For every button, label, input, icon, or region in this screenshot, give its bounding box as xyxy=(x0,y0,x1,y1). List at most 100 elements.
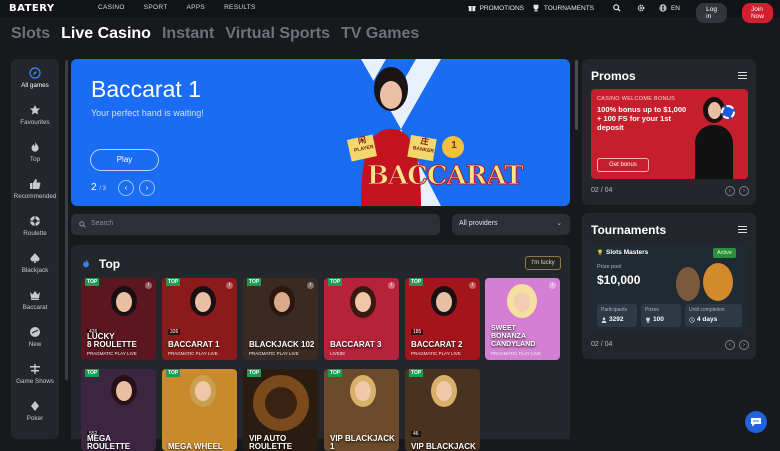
main-scrollbar[interactable] xyxy=(575,60,578,130)
tournament-card[interactable]: Slots Masters Active Prize pool $10,000 … xyxy=(591,243,748,333)
gift-icon xyxy=(467,6,476,12)
game-card[interactable]: i SWEET BONANZA CANDYLAND PRAGMATIC PLAY… xyxy=(485,278,560,360)
tab-virtual-sports[interactable]: Virtual Sports xyxy=(225,25,330,43)
promos-next-button[interactable]: › xyxy=(739,186,749,196)
game-card[interactable]: TOP i 326 BACCARAT 1 PRAGMATIC PLAY LIVE xyxy=(162,278,237,360)
tournament-name: Slots Masters xyxy=(606,249,649,256)
im-lucky-button[interactable]: I'm lucky xyxy=(525,256,561,270)
menu-icon[interactable] xyxy=(738,72,747,79)
menu-icon[interactable] xyxy=(738,226,747,233)
crown-icon xyxy=(30,291,40,300)
sidebar-item-baccarat[interactable]: Baccarat xyxy=(11,289,59,311)
info-icon[interactable]: i xyxy=(307,282,314,289)
tab-tv-games[interactable]: TV Games xyxy=(341,25,419,43)
promotions-link[interactable]: PROMOTIONS xyxy=(467,4,524,12)
sidebar-item-game-shows[interactable]: Game Shows xyxy=(11,363,59,385)
sidebar-item-new[interactable]: New xyxy=(11,326,59,348)
play-button[interactable]: Play xyxy=(90,149,159,171)
nav-apps[interactable]: APPS xyxy=(187,4,206,11)
users-icon xyxy=(601,317,607,323)
game-shows-icon xyxy=(30,364,40,374)
top-nav: CASINO SPORT APPS RESULTS xyxy=(98,4,256,11)
game-provider: PRAGMATIC PLAY LIVE xyxy=(249,351,299,356)
game-search[interactable]: Search xyxy=(71,214,440,235)
star-icon xyxy=(30,105,40,115)
game-provider: PRAGMATIC PLAY LIVE xyxy=(87,351,137,356)
nav-sport[interactable]: SPORT xyxy=(144,4,168,11)
info-icon[interactable]: i xyxy=(226,282,233,289)
spade-icon xyxy=(30,253,40,263)
sidebar-item-recommended[interactable]: Recommended xyxy=(11,178,59,200)
sidebar: All games Favourites Top Recommended Rou… xyxy=(11,59,59,439)
chevron-down-icon: ⌄ xyxy=(556,220,562,227)
game-title: MEGA WHEEL xyxy=(168,442,223,451)
promo-kicker: CASINO WELCOME BONUS xyxy=(597,96,676,102)
language-selector[interactable]: EN xyxy=(659,4,680,12)
info-icon[interactable]: i xyxy=(469,282,476,289)
game-title: BACCARAT 1 xyxy=(168,340,220,349)
search-input[interactable]: Search xyxy=(91,220,113,227)
tab-slots[interactable]: Slots xyxy=(11,25,50,43)
game-title: BACCARAT 2 xyxy=(411,340,463,349)
sidebar-scrollbar[interactable] xyxy=(65,60,68,380)
join-button[interactable]: Join Now xyxy=(742,3,773,23)
info-icon[interactable]: i xyxy=(388,282,395,289)
search-icon[interactable] xyxy=(613,4,621,12)
promos-prev-button[interactable]: ‹ xyxy=(725,186,735,196)
gear-icon[interactable] xyxy=(637,4,645,12)
sidebar-item-poker[interactable]: Poker xyxy=(11,400,59,422)
sidebar-item-blackjack[interactable]: Blackjack xyxy=(11,252,59,274)
top-badge: TOP xyxy=(166,278,181,286)
top-badge: TOP xyxy=(85,278,100,286)
game-card[interactable]: TOP i 185 BACCARAT 2 PRAGMATIC PLAY LIVE xyxy=(405,278,480,360)
top-badge: TOP xyxy=(409,278,424,286)
sidebar-item-top[interactable]: Top xyxy=(11,141,59,163)
nav-casino[interactable]: CASINO xyxy=(98,4,125,11)
hero-pager: 2 / 3 xyxy=(91,182,107,193)
info-icon[interactable]: i xyxy=(549,282,556,289)
tab-instant[interactable]: Instant xyxy=(162,25,214,43)
until-box: Until completion 4 days xyxy=(685,304,742,327)
promo-headline: 100% bonus up to $1,000 + 100 FS for you… xyxy=(597,105,687,132)
flame-icon xyxy=(31,142,39,152)
tab-live-casino[interactable]: Live Casino xyxy=(61,25,151,43)
status-badge: Active xyxy=(713,248,736,258)
info-icon[interactable]: i xyxy=(145,282,152,289)
tournaments-link[interactable]: TOURNAMENTS xyxy=(532,4,594,12)
top-badge: TOP xyxy=(247,369,262,377)
nav-results[interactable]: RESULTS xyxy=(224,4,256,11)
roulette-icon xyxy=(30,216,40,226)
poker-chip-icon xyxy=(721,105,735,119)
login-button[interactable]: Log in xyxy=(696,3,727,23)
tournament-art xyxy=(703,263,733,301)
category-tabs: Slots Live Casino Instant Virtual Sports… xyxy=(11,25,419,43)
prizes-box: Prizes 100 xyxy=(641,304,681,327)
top-badge: TOP xyxy=(409,369,424,377)
hero-banner[interactable]: Baccarat 1 Your perfect hand is waiting!… xyxy=(71,59,570,206)
sidebar-item-roulette[interactable]: Roulette xyxy=(11,215,59,237)
trophy-icon xyxy=(533,4,539,12)
brand-logo[interactable]: BATERY xyxy=(9,3,55,14)
promos-title: Promos xyxy=(591,69,636,83)
sidebar-item-all-games[interactable]: All games xyxy=(11,67,59,89)
hero-baccarat-logo: BACCARAT xyxy=(366,161,523,192)
chat-button[interactable] xyxy=(745,411,767,433)
new-icon xyxy=(30,327,40,337)
trophy-icon xyxy=(646,317,650,323)
game-card[interactable]: TOP i 426 LUCKY 8 ROULETTE PRAGMATIC PLA… xyxy=(81,278,156,360)
hero-next-button[interactable]: › xyxy=(139,180,155,196)
player-count: 185 xyxy=(411,329,424,335)
providers-select[interactable]: All providers ⌄ xyxy=(452,214,570,235)
top-badge: TOP xyxy=(328,369,343,377)
tournaments-next-button[interactable]: › xyxy=(739,340,749,350)
compass-icon xyxy=(29,67,41,79)
get-bonus-button[interactable]: Get bonus xyxy=(597,158,649,172)
hero-prev-button[interactable]: ‹ xyxy=(118,180,134,196)
game-card[interactable]: TOP i BACCARAT 3 LIVE88 xyxy=(324,278,399,360)
game-title: MEGA ROULETTE xyxy=(87,434,131,451)
tournaments-prev-button[interactable]: ‹ xyxy=(725,340,735,350)
game-card[interactable]: TOP i BLACKJACK 102 PRAGMATIC PLAY LIVE xyxy=(243,278,318,360)
banker-badge: 庄 BANKER xyxy=(412,136,435,155)
sidebar-item-favourites[interactable]: Favourites xyxy=(11,104,59,126)
promo-card[interactable]: CASINO WELCOME BONUS 100% bonus up to $1… xyxy=(591,89,748,179)
